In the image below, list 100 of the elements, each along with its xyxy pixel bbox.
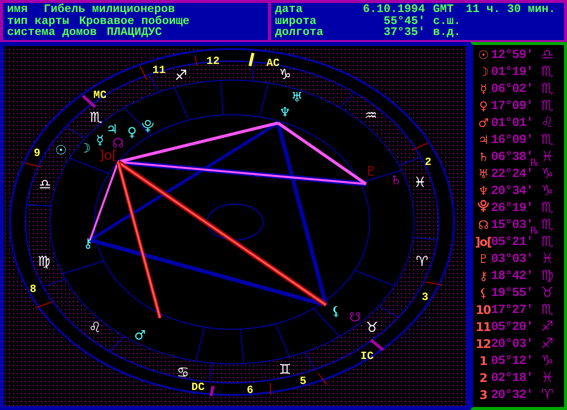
planet-glyph: ♄ <box>477 150 489 164</box>
field-label: имя <box>7 4 28 16</box>
planet-glyph: ☋ <box>349 310 361 326</box>
planet-glyph: ♂ <box>134 328 146 344</box>
zodiac-sign-glyph: ♏ <box>541 80 554 96</box>
degree-value: 16°09′ <box>491 132 534 146</box>
zodiac-sign-glyph: ♏ <box>541 216 554 232</box>
planet-glyph: ♄ <box>390 174 402 188</box>
zodiac-sign-glyph: ♍ <box>541 268 554 284</box>
planet-glyph: ♅ <box>477 166 489 180</box>
planet-glyph: ♇ <box>365 164 377 180</box>
planet-glyph: ⚷ <box>83 236 93 252</box>
time-value: 11 ч. 30 мин. <box>466 4 556 16</box>
zodiac-sign-glyph: ♎ <box>541 46 554 62</box>
planet-glyph: ♆ <box>279 106 291 120</box>
planet-glyph: ☿ <box>96 134 104 148</box>
hemisphere-label: с.ш. <box>433 16 461 28</box>
zodiac-sign-glyph: ♐ <box>541 336 554 352</box>
field-value: 6.10.1994 <box>362 4 425 16</box>
zodiac-sign-glyph: ♊ <box>278 362 292 378</box>
degree-value: 19°55′ <box>491 286 534 300</box>
degree-value: 05°12′ <box>491 354 534 368</box>
house-number: 8 <box>30 284 36 296</box>
house-number: 6 <box>246 385 254 397</box>
field-label: система домов <box>7 27 97 39</box>
field-value: Кровавое побоище <box>79 16 190 28</box>
degree-value: 17°09′ <box>491 98 534 112</box>
degree-value: 20°34′ <box>491 184 534 198</box>
planet-glyph: 2 <box>478 370 488 384</box>
zodiac-sign-glyph: ♏ <box>541 200 554 216</box>
planet-glyph: 10 <box>475 302 491 316</box>
planet-glyph: 11 <box>475 320 491 334</box>
planet-glyph: ⚸ <box>478 286 488 300</box>
zodiac-sign-glyph: ♓ <box>541 148 554 164</box>
field-label: долгота <box>275 27 324 39</box>
house-number: 3 <box>422 292 428 304</box>
field-label: дата <box>275 4 304 16</box>
field-value: 55°45′ <box>382 16 425 28</box>
zodiac-sign-glyph: ♓ <box>541 370 554 386</box>
house-number: 5 <box>300 376 306 388</box>
zodiac-sign-glyph: ♒ <box>364 108 378 124</box>
zodiac-sign-glyph: ♈ <box>416 254 428 270</box>
planet-glyph: 12 <box>475 336 491 350</box>
degree-value: 01°19′ <box>491 64 534 78</box>
planet-glyph: ☉ <box>477 48 489 62</box>
zodiac-sign-glyph: ♑ <box>541 182 554 198</box>
zodiac-sign-glyph: ♏ <box>90 110 102 126</box>
planet-glyph: ♃ <box>477 132 489 146</box>
field-value: Гибель милиционеров <box>44 4 175 16</box>
planet-glyph: ⚷ <box>478 268 488 282</box>
zodiac-sign-glyph: ♏ <box>541 132 554 148</box>
degree-value: 12°59′ <box>491 48 534 62</box>
field-label: тип карты <box>7 16 70 28</box>
zodiac-sign-glyph: ♌ <box>88 320 102 336</box>
planet-glyph: ☽ <box>79 142 91 156</box>
planet-glyph: ]o[ <box>475 234 491 248</box>
field-label: широта <box>275 16 318 28</box>
planet-glyph: ♃ <box>106 122 118 138</box>
zodiac-sign-glyph: ♓ <box>414 175 426 191</box>
planet-glyph: ]o[ <box>98 148 118 164</box>
planet-glyph: ♂ <box>477 116 490 130</box>
degree-value: 02°18′ <box>491 370 534 384</box>
planet-glyph: ♀ <box>478 98 488 112</box>
zodiac-sign-glyph: ♍ <box>38 254 50 270</box>
zodiac-sign-glyph: ♓ <box>541 250 554 266</box>
zodiac-sign-glyph: ♏ <box>541 64 554 80</box>
planet-glyph: 1 <box>478 354 488 368</box>
planet-glyph: 3 <box>478 388 488 402</box>
zodiac-sign-glyph: ♏ <box>541 98 554 114</box>
planet-glyph: ♆ <box>477 184 489 198</box>
degree-value: 22°24′ <box>491 166 534 180</box>
field-value: 37°35′ <box>382 27 425 39</box>
planet-glyph: ☿ <box>478 82 488 96</box>
zodiac-sign-glyph: ♏ <box>541 302 554 318</box>
zodiac-sign-glyph: ♑ <box>278 67 292 83</box>
zodiac-sign-glyph: ♑ <box>541 166 554 182</box>
planet-glyph: ☊ <box>477 218 489 232</box>
zodiac-sign-glyph: ♐ <box>174 68 188 84</box>
planet-glyph: ☽ <box>477 64 489 78</box>
degree-value: 26°19′ <box>491 200 534 214</box>
degree-value: 20°03′ <box>491 336 534 350</box>
zodiac-sign-glyph: ♐ <box>541 318 554 334</box>
planet-glyph: ♅ <box>291 90 303 106</box>
house-number: 9 <box>34 148 40 160</box>
timezone-label: GMT <box>433 4 454 16</box>
zodiac-sign-glyph: ♌ <box>541 114 554 130</box>
retrograde-mark: ℞ <box>530 158 539 169</box>
angle-label: DC <box>191 382 205 394</box>
zodiac-sign-glyph: ♈ <box>541 386 554 402</box>
planet-glyph: ⯓ <box>142 120 154 134</box>
retrograde-mark: ℞ <box>530 226 539 237</box>
planet-glyph: ⯓ <box>476 198 490 215</box>
zodiac-sign-glyph: ♎ <box>38 177 52 193</box>
degree-value: 01°01′ <box>491 116 534 130</box>
degree-value: 20°32′ <box>491 388 534 402</box>
field-value: ПЛАЦИДУС <box>106 27 162 39</box>
degree-value: 17°27′ <box>491 302 534 316</box>
planet-glyph: ♀ <box>127 126 137 140</box>
degree-value: 05°21′ <box>491 234 534 248</box>
degree-value: 18°42′ <box>491 268 534 282</box>
